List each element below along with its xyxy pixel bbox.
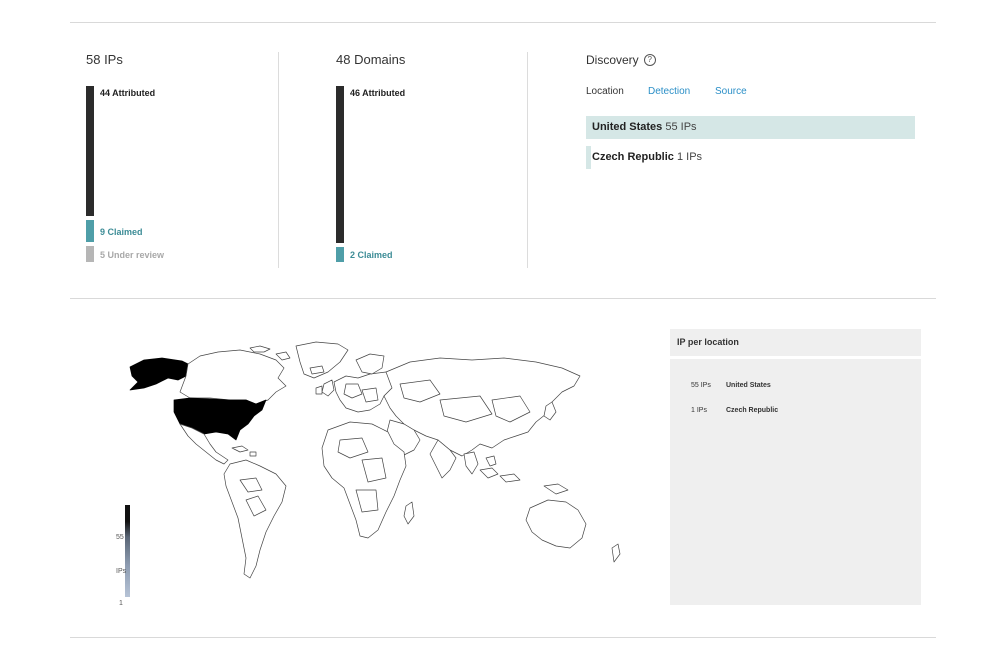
bottom-divider [70, 637, 936, 638]
ips-under-review-bar[interactable] [86, 246, 94, 262]
location-count: 55 IPs [665, 121, 697, 133]
ip-per-location-panel: 55 IPs United States 1 IPs Czech Republi… [670, 359, 921, 605]
ip-country: Czech Republic [726, 407, 779, 414]
ip-per-location-title: IP per location [670, 329, 921, 356]
south-america-region[interactable] [223, 459, 287, 579]
domains-claimed-bar[interactable] [336, 247, 344, 262]
legend-min: 1 [119, 600, 123, 607]
section-divider [70, 298, 936, 299]
world-map[interactable] [100, 340, 645, 615]
alaska-region[interactable] [129, 357, 189, 391]
ips-claimed-bar[interactable] [86, 220, 94, 242]
tab-detection[interactable]: Detection [648, 86, 690, 97]
ips-under-review-label: 5 Under review [100, 250, 165, 260]
ip-count: 55 IPs [691, 382, 711, 389]
location-row[interactable]: Czech Republic 1 IPs [586, 146, 915, 169]
tab-location[interactable]: Location [586, 86, 624, 97]
ips-claimed-label: 9 Claimed [100, 227, 143, 237]
legend-max: 55 [116, 534, 124, 541]
europe-region[interactable] [333, 371, 397, 413]
ips-attributed-bar[interactable] [86, 86, 94, 216]
column-divider [278, 52, 279, 268]
ip-country: United States [726, 382, 771, 389]
tab-source[interactable]: Source [715, 86, 747, 97]
top-divider [70, 22, 936, 23]
domains-attributed-label: 46 Attributed [350, 88, 406, 98]
map-legend-bar [125, 505, 130, 597]
ip-count: 1 IPs [691, 407, 707, 414]
location-count: 1 IPs [676, 151, 703, 163]
domains-attributed-bar[interactable] [336, 86, 344, 243]
ips-title: 58 IPs [86, 52, 123, 67]
location-country: Czech Republic [592, 151, 677, 163]
legend-unit: IPs [116, 568, 127, 575]
column-divider [527, 52, 528, 268]
canada-region[interactable] [179, 349, 287, 405]
location-country: United States [592, 121, 666, 133]
discovery-header: Discovery ? [586, 53, 656, 67]
domains-claimed-label: 2 Claimed [350, 250, 393, 260]
ips-attributed-label: 44 Attributed [100, 88, 156, 98]
domains-title: 48 Domains [336, 52, 406, 67]
location-row[interactable]: United States 55 IPs [586, 116, 915, 139]
australia-region[interactable] [525, 499, 587, 549]
discovery-title: Discovery [586, 53, 639, 67]
help-icon[interactable]: ? [643, 54, 656, 66]
